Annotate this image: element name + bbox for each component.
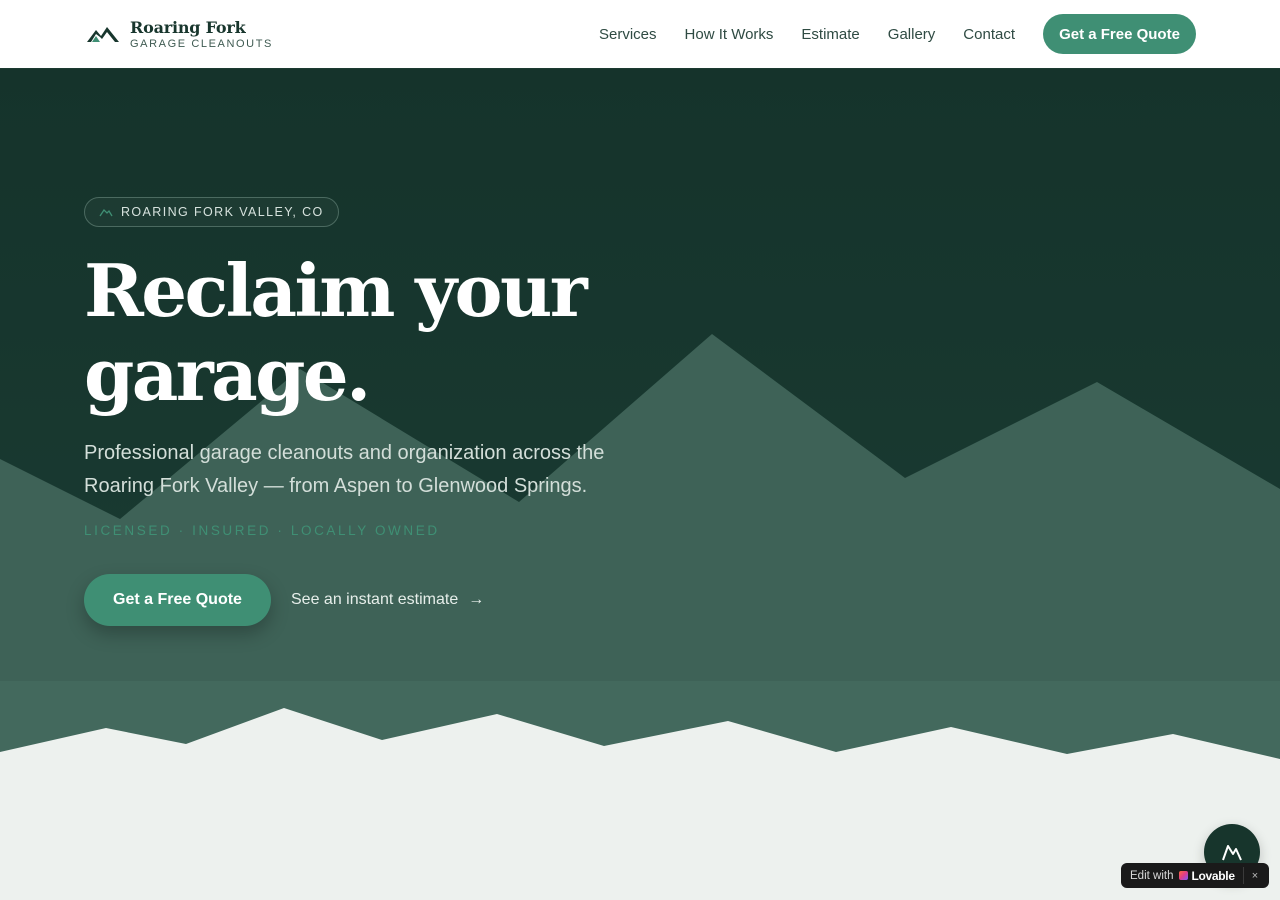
brand-logo[interactable]: Roaring Fork GARAGE CLEANOUTS bbox=[86, 18, 273, 50]
brand-name: Roaring Fork bbox=[130, 18, 246, 37]
nav-contact[interactable]: Contact bbox=[963, 26, 1015, 43]
edit-with-lovable-badge[interactable]: Edit with Lovable × bbox=[1121, 863, 1269, 888]
hero-section: ROARING FORK VALLEY, CO Reclaim your gar… bbox=[0, 69, 1280, 681]
brand-text: Roaring Fork GARAGE CLEANOUTS bbox=[130, 18, 273, 50]
location-badge-text: ROARING FORK VALLEY, CO bbox=[121, 205, 324, 219]
arrow-right-icon: → bbox=[468, 591, 485, 608]
mountain-logo-icon bbox=[87, 27, 119, 42]
hero-content: ROARING FORK VALLEY, CO Reclaim your gar… bbox=[84, 197, 784, 626]
nav-estimate[interactable]: Estimate bbox=[801, 26, 859, 43]
mountain-icon bbox=[99, 208, 113, 217]
hero-cta-row: Get a Free Quote See an instant estimate… bbox=[84, 574, 784, 626]
nav-services[interactable]: Services bbox=[599, 26, 657, 43]
badge-divider bbox=[1242, 867, 1244, 884]
main-nav: Services How It Works Estimate Gallery C… bbox=[599, 14, 1196, 54]
close-icon[interactable]: × bbox=[1252, 870, 1258, 882]
nav-how-it-works[interactable]: How It Works bbox=[685, 26, 774, 43]
hero-quote-button[interactable]: Get a Free Quote bbox=[84, 574, 271, 626]
hero-headline: Reclaim your garage. bbox=[84, 248, 588, 417]
site-header: Roaring Fork GARAGE CLEANOUTS Services H… bbox=[0, 0, 1280, 69]
lovable-edit-label: Edit with bbox=[1130, 869, 1174, 882]
lovable-logo-icon bbox=[1179, 871, 1189, 880]
mountain-icon bbox=[1222, 845, 1242, 861]
mountain-divider bbox=[0, 681, 1280, 771]
header-quote-button[interactable]: Get a Free Quote bbox=[1043, 14, 1196, 54]
lovable-brand-label: Lovable bbox=[1191, 868, 1235, 883]
instant-estimate-label: See an instant estimate bbox=[291, 591, 459, 608]
location-badge: ROARING FORK VALLEY, CO bbox=[84, 197, 339, 227]
instant-estimate-link[interactable]: See an instant estimate → bbox=[291, 591, 484, 609]
brand-subtitle: GARAGE CLEANOUTS bbox=[130, 38, 273, 50]
trust-line: LICENSED · INSURED · LOCALLY OWNED bbox=[84, 523, 440, 538]
hero-subhead: Professional garage cleanouts and organi… bbox=[84, 442, 605, 497]
nav-gallery[interactable]: Gallery bbox=[888, 26, 936, 43]
